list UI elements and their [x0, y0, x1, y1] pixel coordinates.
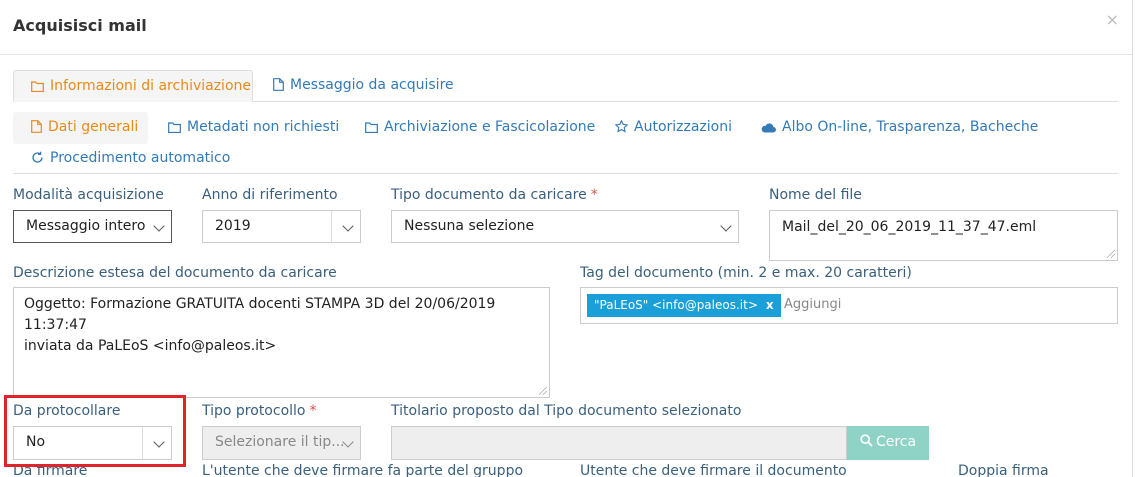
required-marker: * [590, 187, 598, 203]
tag-input-container[interactable]: "PaLEoS" <info@paleos.it> x Aggiungi [580, 287, 1118, 324]
titolario-input[interactable] [391, 426, 847, 460]
input-value: Mail_del_20_06_2019_11_37_47.eml [782, 219, 1037, 235]
tab-label: Autorizzazioni [634, 119, 732, 135]
tab-metadati-non-richiesti[interactable]: Metadati non richiesti [168, 112, 339, 144]
tag-remove-icon[interactable]: x [766, 298, 774, 312]
sub-tabs: Dati generali Metadati non richiesti Arc… [13, 112, 1118, 174]
titolario-label: Titolario proposto dal Tipo documento se… [391, 403, 742, 419]
select-divider [331, 211, 332, 242]
folder-icon [31, 80, 44, 96]
tab-albo-online[interactable]: Albo On-line, Trasparenza, Bacheche [761, 112, 1038, 144]
tab-label: Procedimento automatico [50, 150, 231, 166]
tab-label: Messaggio da acquisire [290, 77, 454, 93]
file-icon [273, 78, 284, 95]
search-icon [860, 434, 873, 451]
tab-messaggio-da-acquisire[interactable]: Messaggio da acquisire [273, 70, 473, 102]
anno-riferimento-label: Anno di riferimento [202, 187, 338, 203]
folder-icon [168, 121, 181, 137]
tag-chip-text: "PaLEoS" <info@paleos.it> [594, 298, 758, 312]
main-tabs: Informazioni di archiviazione Messaggio … [13, 70, 1118, 102]
anno-riferimento-select[interactable]: 2019 [202, 210, 361, 243]
chevron-down-icon [720, 220, 732, 232]
select-value: Messaggio intero [26, 218, 146, 234]
utente-gruppo-label: L'utente che deve firmare fa parte del g… [202, 463, 524, 477]
label-text: Tipo documento da caricare [391, 187, 587, 203]
tipo-protocollo-select[interactable]: Selezionare il tip... [202, 426, 361, 460]
select-value: 2019 [215, 218, 251, 234]
refresh-icon [31, 151, 44, 168]
tag-documento-label: Tag del documento (min. 2 e max. 20 cara… [580, 265, 912, 281]
label-text: Tipo protocollo [202, 403, 306, 419]
tipo-documento-select[interactable]: Nessuna selezione [391, 210, 739, 243]
modal-title: Acquisisci mail [13, 16, 147, 35]
descrizione-textarea[interactable]: Oggetto: Formazione GRATUITA docenti STA… [13, 287, 550, 398]
tab-label: Archiviazione e Fascicolazione [384, 119, 596, 135]
cerca-label: Cerca [875, 434, 917, 450]
tab-label: Informazioni di archiviazione [50, 78, 251, 94]
tag-add-input[interactable]: Aggiungi [784, 297, 841, 312]
tab-procedimento-automatico[interactable]: Procedimento automatico [31, 143, 230, 175]
textarea-line: Oggetto: Formazione GRATUITA docenti STA… [24, 296, 496, 333]
chevron-down-icon [153, 220, 165, 232]
tipo-protocollo-label: Tipo protocollo * [202, 403, 316, 419]
tag-chip: "PaLEoS" <info@paleos.it> x [587, 294, 781, 317]
select-value: Nessuna selezione [404, 218, 535, 234]
cloud-icon [761, 121, 776, 137]
nome-file-input[interactable]: Mail_del_20_06_2019_11_37_47.eml [769, 210, 1118, 261]
cerca-button[interactable]: Cerca [847, 426, 929, 460]
resize-handle-icon[interactable] [539, 387, 547, 395]
textarea-line: inviata da PaLEoS <info@paleos.it> [24, 338, 277, 354]
tab-autorizzazioni[interactable]: Autorizzazioni [614, 112, 732, 144]
acquisisci-mail-modal: Acquisisci mail × Informazioni di archiv… [0, 0, 1133, 477]
file-icon [31, 120, 42, 137]
doppia-firma-label: Doppia firma [958, 463, 1049, 477]
resize-handle-icon[interactable] [1107, 250, 1115, 258]
modalita-acquisizione-label: Modalità acquisizione [13, 187, 164, 203]
modalita-acquisizione-select[interactable]: Messaggio intero [13, 210, 172, 243]
tab-label: Metadati non richiesti [187, 119, 340, 135]
tab-label: Dati generali [48, 119, 139, 135]
tab-informazioni-archiviazione[interactable]: Informazioni di archiviazione [13, 70, 253, 102]
tipo-documento-label: Tipo documento da caricare * [391, 187, 598, 203]
chevron-down-icon [342, 220, 354, 232]
modal-header: Acquisisci mail × [0, 0, 1132, 55]
star-icon [614, 119, 629, 137]
nome-file-label: Nome del file [769, 187, 862, 203]
tab-label: Albo On-line, Trasparenza, Bacheche [782, 119, 1039, 135]
select-value: Selezionare il tip... [215, 434, 345, 450]
highlight-box [4, 395, 186, 467]
tab-dati-generali[interactable]: Dati generali [13, 112, 148, 144]
utente-firma-label: Utente che deve firmare il documento [580, 463, 847, 477]
required-marker: * [309, 403, 317, 419]
tab-archiviazione-fascicolazione[interactable]: Archiviazione e Fascicolazione [365, 112, 595, 144]
close-icon[interactable]: × [1106, 10, 1119, 29]
folder-icon [365, 121, 378, 137]
descrizione-label: Descrizione estesa del documento da cari… [13, 265, 337, 281]
